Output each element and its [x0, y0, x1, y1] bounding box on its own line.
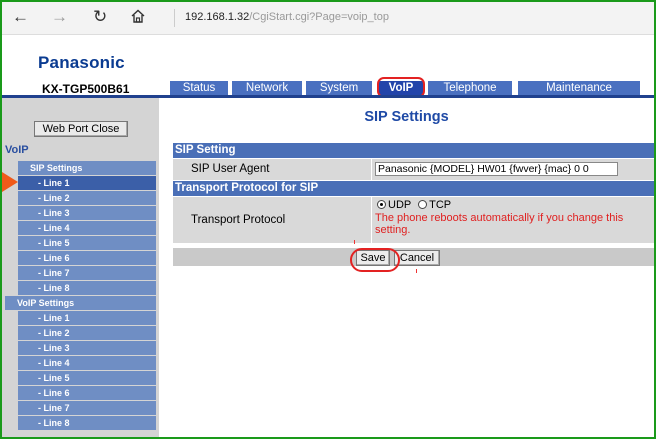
- sidebar-item-voip-line-3[interactable]: - Line 3: [18, 341, 156, 356]
- sidebar-item-label: - Line 7: [38, 403, 70, 413]
- tab-network[interactable]: Network: [232, 81, 302, 95]
- address-bar[interactable]: 192.168.1.32/CgiStart.cgi?Page=voip_top: [185, 11, 389, 23]
- sidebar-item-voip-line-4[interactable]: - Line 4: [18, 356, 156, 371]
- sidebar-item-label: - Line 5: [38, 373, 70, 383]
- brand-logo: Panasonic: [38, 53, 125, 72]
- arrow-left-icon[interactable]: ←: [12, 7, 29, 27]
- refresh-icon[interactable]: ↻: [93, 7, 107, 27]
- section-header-transport: Transport Protocol for SIP: [173, 181, 654, 196]
- row-transport-protocol: Transport Protocol UDP TCP The phone reb…: [173, 197, 654, 243]
- page-title: SIP Settings: [364, 109, 449, 125]
- row-sip-user-agent: SIP User Agent: [173, 159, 654, 180]
- web-port-close-button[interactable]: Web Port Close: [34, 121, 128, 137]
- model-name: KX-TGP500B61: [42, 82, 130, 96]
- sidebar-item-sip-line-2[interactable]: - Line 2: [18, 191, 156, 206]
- sidebar-item-label: - Line 6: [38, 388, 70, 398]
- annotation-mark: [416, 269, 417, 273]
- sidebar-item-label: - Line 6: [38, 253, 70, 263]
- sidebar-item-voip-line-5[interactable]: - Line 5: [18, 371, 156, 386]
- sidebar-item-sip-settings[interactable]: SIP Settings: [18, 161, 156, 176]
- tab-system[interactable]: System: [306, 81, 372, 95]
- tab-telephone[interactable]: Telephone: [428, 81, 512, 95]
- tcp-label: TCP: [429, 199, 452, 211]
- button-bar: Save Cancel: [173, 248, 654, 266]
- sidebar-item-voip-line-2[interactable]: - Line 2: [18, 326, 156, 341]
- save-button-highlight: [350, 248, 400, 272]
- sidebar-item-voip-line-8[interactable]: - Line 8: [18, 416, 156, 431]
- sidebar-item-sip-line-7[interactable]: - Line 7: [18, 266, 156, 281]
- tab-maintenance[interactable]: Maintenance: [518, 81, 640, 95]
- sidebar-item-label: - Line 8: [38, 283, 70, 293]
- arrow-right-icon[interactable]: →: [51, 7, 68, 27]
- home-icon[interactable]: [130, 8, 146, 29]
- browser-frame: ← → ↻ 192.168.1.32/CgiStart.cgi?Page=voi…: [0, 0, 656, 439]
- sidebar-item-label: - Line 4: [38, 223, 70, 233]
- url-separator: [174, 9, 175, 27]
- browser-toolbar: ← → ↻ 192.168.1.32/CgiStart.cgi?Page=voi…: [2, 2, 654, 35]
- sidebar-item-voip-line-1[interactable]: - Line 1: [18, 311, 156, 326]
- transport-protocol-label: Transport Protocol: [191, 214, 286, 226]
- sidebar-item-label: - Line 7: [38, 268, 70, 278]
- sidebar-item-label: SIP Settings: [30, 163, 83, 173]
- sidebar-item-label: - Line 3: [38, 208, 70, 218]
- sidebar-section-voip[interactable]: VoIP: [5, 144, 29, 156]
- sip-user-agent-input[interactable]: [375, 162, 618, 176]
- sidebar-item-sip-line-4[interactable]: - Line 4: [18, 221, 156, 236]
- sidebar-item-label: - Line 1: [38, 313, 70, 323]
- sidebar-item-voip-line-7[interactable]: - Line 7: [18, 401, 156, 416]
- row-divider: [371, 197, 372, 243]
- sip-user-agent-label: SIP User Agent: [191, 163, 270, 175]
- sidebar-item-label: - Line 3: [38, 343, 70, 353]
- sidebar-item-label: - Line 2: [38, 193, 70, 203]
- sidebar-item-label: - Line 1: [38, 178, 70, 188]
- reboot-warning: The phone reboots automatically if you c…: [375, 212, 624, 236]
- sidebar-item-label: - Line 8: [38, 418, 70, 428]
- sidebar-item-voip-line-6[interactable]: - Line 6: [18, 386, 156, 401]
- sidebar-item-sip-line-1[interactable]: - Line 1: [18, 176, 156, 191]
- tab-status[interactable]: Status: [170, 81, 228, 95]
- annotation-mark: [354, 240, 355, 244]
- sidebar-item-sip-line-6[interactable]: - Line 6: [18, 251, 156, 266]
- section-header-sip-setting: SIP Setting: [173, 143, 654, 158]
- annotation-arrow: [2, 172, 18, 192]
- cancel-button[interactable]: Cancel: [394, 250, 440, 266]
- sidebar-item-label: VoIP Settings: [17, 298, 75, 308]
- sidebar-item-sip-line-8[interactable]: - Line 8: [18, 281, 156, 296]
- transport-radio-group: UDP TCP: [377, 199, 451, 211]
- sidebar: Web Port Close VoIP SIP Settings - Line …: [2, 98, 159, 437]
- main-content: SIP Settings SIP Setting SIP User Agent …: [159, 98, 654, 437]
- udp-radio[interactable]: [377, 200, 386, 209]
- sidebar-item-sip-line-3[interactable]: - Line 3: [18, 206, 156, 221]
- row-divider: [371, 159, 372, 180]
- sidebar-item-label: - Line 2: [38, 328, 70, 338]
- udp-label: UDP: [388, 199, 412, 211]
- sidebar-item-label: - Line 5: [38, 238, 70, 248]
- sidebar-item-label: - Line 4: [38, 358, 70, 368]
- sidebar-item-sip-line-5[interactable]: - Line 5: [18, 236, 156, 251]
- url-path: /CgiStart.cgi?Page=voip_top: [249, 11, 389, 23]
- sidebar-item-voip-settings[interactable]: VoIP Settings: [5, 296, 156, 311]
- url-host: 192.168.1.32: [185, 11, 250, 23]
- tcp-radio[interactable]: [418, 200, 428, 209]
